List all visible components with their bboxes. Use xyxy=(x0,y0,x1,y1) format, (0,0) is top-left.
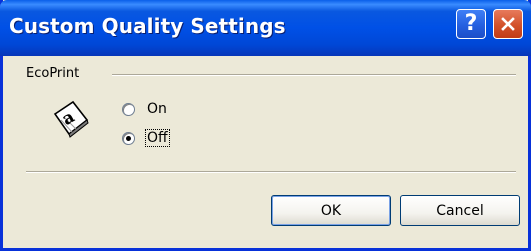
custom-quality-settings-dialog: Custom Quality Settings ? EcoPrint a On … xyxy=(0,0,531,251)
group-divider xyxy=(112,74,516,76)
close-button[interactable] xyxy=(493,9,523,39)
close-icon xyxy=(501,17,515,31)
ecoprint-group-label: EcoPrint xyxy=(26,66,80,81)
window-title: Custom Quality Settings xyxy=(9,14,286,38)
cancel-button[interactable]: Cancel xyxy=(400,195,520,226)
radio-on-label[interactable]: On xyxy=(146,101,168,117)
radio-on-circle[interactable] xyxy=(122,102,135,116)
title-bar[interactable]: Custom Quality Settings ? xyxy=(0,0,531,56)
help-button[interactable]: ? xyxy=(456,9,486,39)
ecoprint-document-icon: a xyxy=(53,100,89,138)
ok-button[interactable]: OK xyxy=(271,195,391,226)
radio-option-off[interactable]: Off xyxy=(122,129,170,147)
radio-off-circle[interactable] xyxy=(122,131,135,145)
radio-off-label[interactable]: Off xyxy=(145,129,170,147)
footer-divider xyxy=(26,171,516,173)
help-icon: ? xyxy=(464,11,478,36)
radio-option-on[interactable]: On xyxy=(122,101,168,117)
